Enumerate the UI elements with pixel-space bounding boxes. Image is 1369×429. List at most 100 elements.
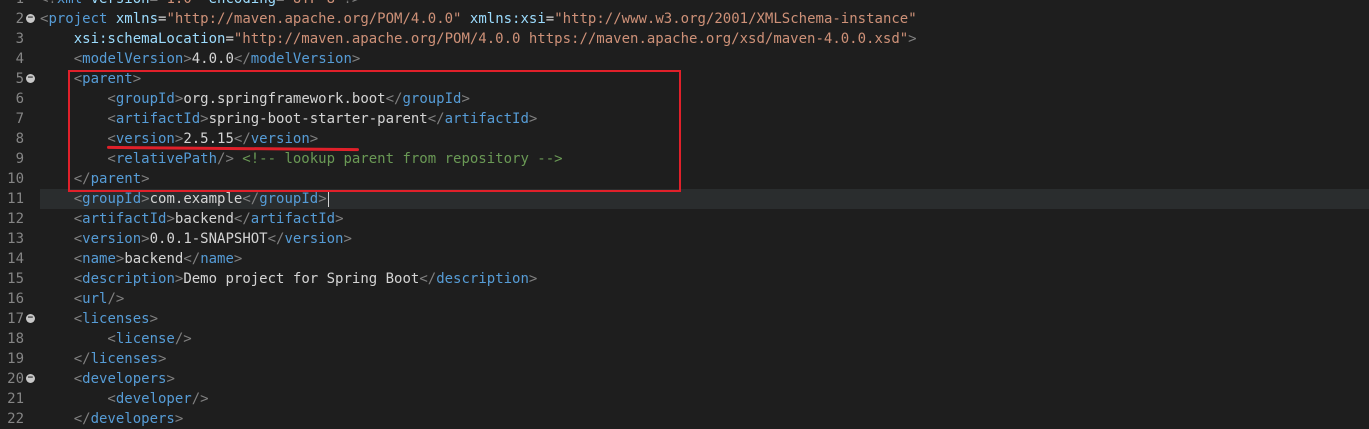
- code-token: <: [40, 371, 83, 387]
- code-line[interactable]: 10 </parent>: [0, 169, 1369, 189]
- line-number: 12: [7, 211, 24, 227]
- code-token: >: [908, 31, 917, 47]
- code-token: artifactId: [250, 211, 336, 227]
- text-cursor: [327, 191, 329, 207]
- code-token: org.springframework.boot: [183, 91, 386, 107]
- code-token: url: [82, 291, 108, 307]
- code-token: artifactId: [115, 111, 201, 127]
- code-token: <: [40, 71, 83, 87]
- code-token: Demo project for Spring Boot: [183, 271, 420, 287]
- code-token: license: [115, 331, 175, 347]
- code-token: />: [217, 151, 234, 167]
- code-token: version: [115, 131, 175, 147]
- code-token: </: [40, 411, 91, 427]
- code-token: </: [40, 351, 91, 367]
- code-token: xmlns: [107, 11, 159, 27]
- line-number: 2: [15, 11, 24, 27]
- code-line[interactable]: 12 <artifactId>backend</artifactId>: [0, 209, 1369, 229]
- code-token: >: [158, 351, 167, 367]
- code-token: <: [40, 311, 83, 327]
- code-line[interactable]: 20− <developers>: [0, 369, 1369, 389]
- code-line[interactable]: 18 <license/>: [0, 329, 1369, 349]
- code-line[interactable]: 14 <name>backend</name>: [0, 249, 1369, 269]
- code-token: <: [40, 391, 116, 407]
- code-line[interactable]: 5− <parent>: [0, 69, 1369, 89]
- code-token: </: [385, 91, 403, 107]
- code-token: </: [233, 131, 251, 147]
- code-token: </: [242, 191, 260, 207]
- code-text: </developers>: [40, 409, 184, 429]
- code-line[interactable]: 1<?xml version="1.0" encoding="UTF-8"?>: [0, 0, 1369, 9]
- code-token: </: [267, 231, 285, 247]
- code-token: =: [225, 31, 234, 47]
- code-token: backend: [174, 211, 234, 227]
- code-token: version: [250, 131, 310, 147]
- code-token: "http://maven.apache.org/POM/4.0.0 https…: [233, 31, 909, 47]
- code-token: description: [436, 271, 529, 287]
- code-token: groupId: [402, 91, 462, 107]
- code-token: backend: [124, 251, 184, 267]
- line-number: 13: [7, 231, 24, 247]
- code-token: version: [82, 0, 150, 7]
- code-token: "http://www.w3.org/2001/XMLSchema-instan…: [554, 11, 917, 27]
- code-text: </licenses>: [40, 349, 167, 369]
- code-line[interactable]: 21 <developer/>: [0, 389, 1369, 409]
- code-token: <: [40, 131, 116, 147]
- code-token: "1.0": [158, 0, 200, 7]
- line-number: 14: [7, 251, 24, 267]
- code-token: >: [461, 91, 470, 107]
- code-line[interactable]: 19 </licenses>: [0, 349, 1369, 369]
- code-line[interactable]: 2− <project xmlns="http://maven.apache.or…: [0, 9, 1369, 29]
- code-line[interactable]: 13 <version>0.0.1-SNAPSHOT</version>: [0, 229, 1369, 249]
- line-number: 22: [7, 411, 24, 427]
- code-line[interactable]: 22 </developers>: [0, 409, 1369, 429]
- fold-collapse-icon[interactable]: −: [26, 374, 35, 383]
- code-token: modelVersion: [250, 51, 352, 67]
- line-number: 10: [7, 171, 24, 187]
- code-token: xmlns:xsi: [461, 11, 546, 27]
- code-line[interactable]: 16 <url/>: [0, 289, 1369, 309]
- code-token: />: [174, 331, 192, 347]
- code-line[interactable]: 11 <groupId>com.example</groupId>: [0, 189, 1369, 209]
- code-token: <: [40, 211, 83, 227]
- line-number: 21: [7, 391, 24, 407]
- fold-collapse-icon[interactable]: −: [26, 14, 35, 23]
- code-line[interactable]: 7 <artifactId>spring-boot-starter-parent…: [0, 109, 1369, 129]
- code-token: >: [166, 211, 175, 227]
- code-token: >: [166, 371, 175, 387]
- code-token: groupId: [82, 191, 142, 207]
- code-text: <parent>: [40, 69, 141, 89]
- code-text: </parent>: [40, 169, 150, 189]
- code-token: 4.0.0: [191, 51, 234, 67]
- fold-collapse-icon[interactable]: −: [26, 314, 35, 323]
- code-token: />: [107, 291, 125, 307]
- code-token: >: [318, 191, 327, 207]
- code-line[interactable]: 3 xsi:schemaLocation="http://maven.apach…: [0, 29, 1369, 49]
- code-text: <artifactId>spring-boot-starter-parent</…: [40, 109, 537, 129]
- code-text: <url/>: [40, 289, 125, 309]
- code-token: version: [284, 231, 344, 247]
- code-line[interactable]: 15 <description>Demo project for Spring …: [0, 269, 1369, 289]
- code-token: >: [183, 51, 192, 67]
- code-text: <relativePath/> <!-- lookup parent from …: [40, 149, 562, 169]
- line-number: 5: [15, 71, 24, 87]
- code-token: >: [335, 211, 344, 227]
- code-text: <groupId>org.springframework.boot</group…: [40, 89, 470, 109]
- code-token: artifactId: [444, 111, 529, 127]
- line-number: 15: [7, 271, 24, 287]
- code-token: ?>: [344, 0, 361, 7]
- code-line[interactable]: 6 <groupId>org.springframework.boot</gro…: [0, 89, 1369, 109]
- code-token: >: [233, 251, 243, 267]
- code-token: >: [343, 231, 352, 247]
- fold-collapse-icon[interactable]: −: [26, 74, 35, 83]
- code-line[interactable]: 17− <licenses>: [0, 309, 1369, 329]
- code-token: >: [141, 191, 150, 207]
- code-token: <: [40, 331, 116, 347]
- code-token: com.example: [149, 191, 243, 207]
- code-line[interactable]: 9 <relativePath/> <!-- lookup parent fro…: [0, 149, 1369, 169]
- code-line[interactable]: 4 <modelVersion>4.0.0</modelVersion>: [0, 49, 1369, 69]
- code-text: <name>backend</name>: [40, 249, 243, 269]
- code-token: <: [40, 51, 83, 67]
- code-editor[interactable]: 1<?xml version="1.0" encoding="UTF-8"?>2…: [0, 0, 1369, 429]
- code-token: </: [183, 251, 201, 267]
